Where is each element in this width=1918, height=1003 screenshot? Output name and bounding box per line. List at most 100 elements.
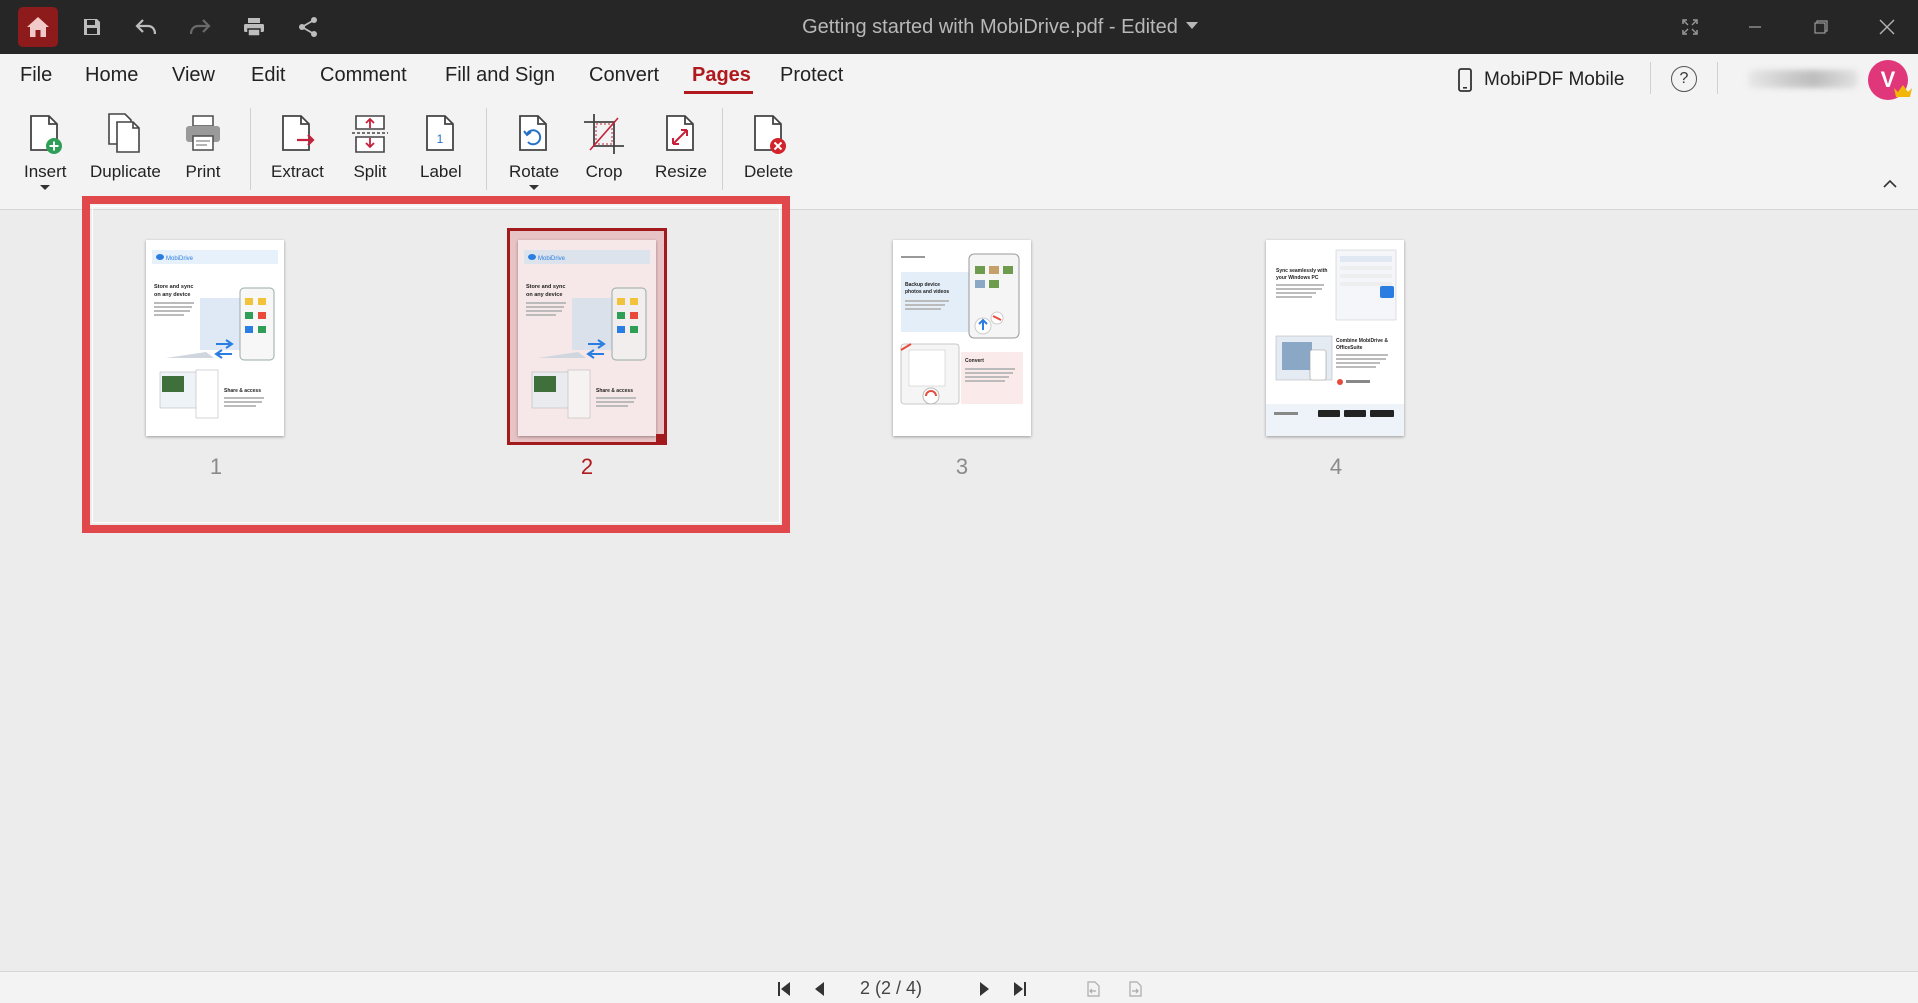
menu-convert[interactable]: Convert (589, 64, 659, 87)
page-number-4: 4 (1329, 454, 1343, 479)
resize-button[interactable]: Resize (655, 112, 707, 182)
menu-view[interactable]: View (172, 64, 215, 87)
delete-page-icon (753, 115, 786, 154)
page-brand: MobiDrive (166, 256, 194, 262)
collapse-ribbon-icon[interactable] (1880, 174, 1900, 194)
svg-text:Backup device: Backup device (905, 282, 940, 288)
next-view-icon[interactable] (1126, 980, 1144, 998)
redo-button[interactable] (180, 7, 220, 47)
menu-fill-and-sign[interactable]: Fill and Sign (445, 64, 555, 87)
rotate-dropdown-icon[interactable] (529, 185, 540, 190)
menu-protect[interactable]: Protect (780, 64, 843, 87)
window-title[interactable]: Getting started with MobiDrive.pdf - Edi… (620, 0, 1380, 54)
crown-icon (1894, 85, 1912, 97)
save-button[interactable] (72, 7, 112, 47)
page-section: Share & access (596, 388, 633, 394)
fullscreen-icon (1682, 19, 1698, 35)
menu-pages[interactable]: Pages (692, 64, 751, 87)
share-button[interactable] (288, 7, 328, 47)
printer-icon (186, 115, 220, 151)
undo-icon (135, 19, 157, 35)
close-icon (1879, 19, 1895, 35)
menu-file[interactable]: File (20, 64, 52, 87)
mobipdf-mobile-label: MobiPDF Mobile (1484, 69, 1625, 90)
help-button[interactable]: ? (1671, 66, 1697, 92)
menu-comment[interactable]: Comment (320, 64, 407, 87)
page-section: Share & access (224, 388, 261, 394)
insert-page-icon (30, 115, 63, 154)
menu-divider (1717, 62, 1718, 94)
page-number-1: 1 (209, 454, 223, 479)
delete-button[interactable]: Delete (744, 112, 793, 182)
share-icon (299, 17, 317, 37)
insert-label: Insert (24, 162, 67, 181)
print-label: Print (185, 162, 221, 181)
duplicate-icon (108, 113, 141, 153)
maximize-button[interactable] (1801, 7, 1841, 47)
mobipdf-mobile-link[interactable]: MobiPDF Mobile (1458, 68, 1624, 92)
save-icon (84, 19, 100, 35)
page-preview: MobiDrive Store and sync on any device S… (146, 240, 284, 436)
split-label: Split (353, 162, 387, 181)
first-page-icon[interactable] (775, 980, 793, 998)
crop-icon (584, 114, 624, 154)
insert-button[interactable]: Insert (24, 112, 67, 190)
undo-button[interactable] (126, 7, 166, 47)
minimize-button[interactable] (1735, 7, 1775, 47)
close-button[interactable] (1867, 7, 1907, 47)
toolbar-divider (250, 108, 251, 190)
svg-text:photos and videos: photos and videos (905, 289, 949, 295)
home-button[interactable] (18, 7, 58, 47)
svg-text:Store and sync: Store and sync (526, 284, 565, 290)
page-preview: Backup device photos and videos Convert (893, 240, 1031, 436)
page-indicator[interactable]: 2 (2 / 4) (860, 978, 922, 999)
page-thumbnail-3[interactable]: Backup device photos and videos Convert (893, 240, 1031, 436)
svg-text:OfficeSuite: OfficeSuite (1336, 345, 1363, 351)
page-thumbnail-2[interactable]: MobiDrive Store and sync on any device S… (518, 240, 656, 436)
redo-icon (189, 19, 211, 35)
rotate-label: Rotate (509, 162, 560, 181)
insert-dropdown-icon[interactable] (40, 185, 51, 190)
page-number-3: 3 (955, 454, 969, 479)
active-tab-indicator (684, 91, 753, 94)
crop-label: Crop (585, 162, 623, 181)
split-icon (352, 115, 388, 153)
document-title: Getting started with MobiDrive.pdf - Edi… (802, 16, 1178, 38)
previous-view-icon[interactable] (1084, 980, 1102, 998)
toolbar-divider (486, 108, 487, 190)
extract-label: Extract (271, 162, 324, 181)
toolbar-divider (722, 108, 723, 190)
menu-edit[interactable]: Edit (251, 64, 285, 87)
extract-icon (282, 115, 316, 151)
label-page-icon: 1 (425, 115, 454, 151)
minimize-icon (1749, 26, 1761, 28)
rotate-button[interactable]: Rotate (509, 112, 559, 190)
page-thumbnail-1[interactable]: MobiDrive Store and sync on any device S… (146, 240, 284, 436)
delete-label: Delete (744, 162, 794, 181)
title-bar: Getting started with MobiDrive.pdf - Edi… (0, 0, 1918, 54)
label-glyph: 1 (436, 132, 443, 146)
label-button[interactable]: 1 Label (420, 112, 462, 182)
svg-text:Sync seamlessly with: Sync seamlessly with (1276, 268, 1327, 274)
svg-text:on any device: on any device (526, 292, 562, 298)
svg-text:Store and sync: Store and sync (154, 284, 193, 290)
selection-resize-handle[interactable] (656, 434, 666, 444)
previous-page-icon[interactable] (811, 980, 829, 998)
user-name-blurred (1748, 70, 1858, 88)
print-button[interactable]: Print (183, 112, 223, 182)
page-thumbnail-4[interactable]: Sync seamlessly with your Windows PC Com… (1266, 240, 1404, 436)
split-button[interactable]: Split (350, 112, 390, 182)
svg-text:Combine MobiDrive &: Combine MobiDrive & (1336, 338, 1388, 344)
crop-button[interactable]: Crop (584, 112, 624, 182)
last-page-icon[interactable] (1011, 980, 1029, 998)
duplicate-label: Duplicate (90, 162, 161, 181)
print-quick-button[interactable] (234, 7, 274, 47)
duplicate-button[interactable]: Duplicate (90, 112, 161, 182)
restore-icon (1814, 20, 1828, 34)
menu-home[interactable]: Home (85, 64, 138, 87)
menu-divider (1650, 62, 1651, 94)
fullscreen-button[interactable] (1670, 7, 1710, 47)
extract-button[interactable]: Extract (271, 112, 324, 182)
next-page-icon[interactable] (975, 980, 993, 998)
rotate-page-icon (519, 115, 547, 151)
